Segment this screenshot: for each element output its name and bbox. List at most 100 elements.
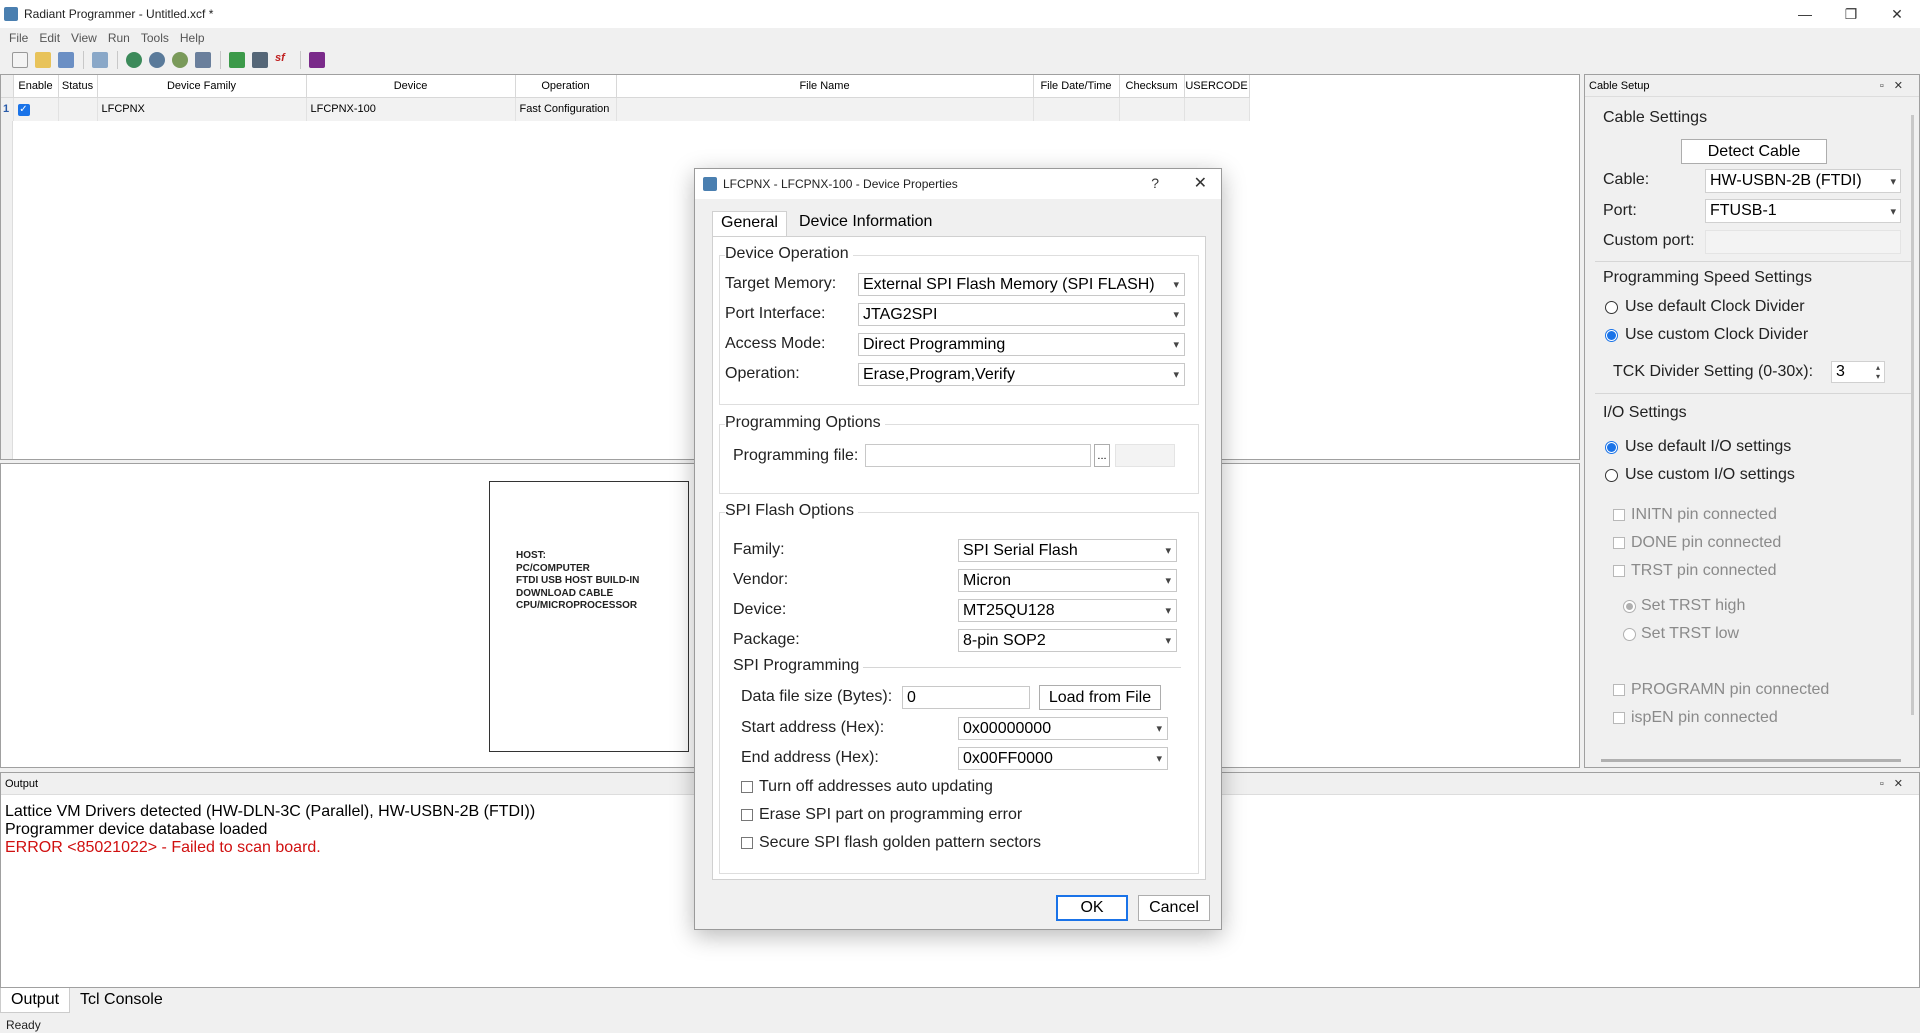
access-mode-select[interactable]: Direct Programming ▾ bbox=[858, 333, 1185, 356]
cable-panel-hscrollbar[interactable] bbox=[1601, 759, 1901, 762]
end-address-select[interactable]: 0x00FF0000 ▾ bbox=[958, 747, 1168, 770]
col-device-family[interactable]: Device Family bbox=[97, 75, 307, 98]
menu-file[interactable]: File bbox=[9, 31, 28, 45]
menu-run[interactable]: Run bbox=[108, 31, 130, 45]
menu-help[interactable]: Help bbox=[180, 31, 205, 45]
cable-panel-scrollbar[interactable] bbox=[1911, 115, 1914, 715]
spi-flash-icon[interactable]: sf bbox=[275, 52, 291, 68]
package-select[interactable]: 8-pin SOP2 ▾ bbox=[958, 629, 1177, 652]
custom-divider-label[interactable]: Use custom Clock Divider bbox=[1625, 326, 1808, 344]
start-address-select[interactable]: 0x00000000 ▾ bbox=[958, 717, 1168, 740]
detect-icon[interactable] bbox=[195, 52, 211, 68]
custom-io-label[interactable]: Use custom I/O settings bbox=[1625, 466, 1795, 484]
secure-spi-checkbox[interactable] bbox=[741, 837, 753, 849]
port-interface-select[interactable]: JTAG2SPI ▾ bbox=[858, 303, 1185, 326]
custom-io-radio[interactable] bbox=[1605, 469, 1618, 482]
tab-device-information[interactable]: Device Information bbox=[791, 211, 940, 237]
table-row[interactable]: 1 ✓ LFCPNX LFCPNX-100 Fast Configuration bbox=[1, 97, 1250, 121]
programming-file-input[interactable] bbox=[865, 444, 1091, 467]
trst-checkbox[interactable] bbox=[1613, 565, 1625, 577]
tck-value: 3 bbox=[1836, 363, 1845, 380]
menu-view[interactable]: View bbox=[71, 31, 97, 45]
col-status[interactable]: Status bbox=[58, 75, 98, 98]
tab-tcl-console[interactable]: Tcl Console bbox=[70, 988, 173, 1013]
dialog-title: LFCPNX - LFCPNX-100 - Device Properties bbox=[723, 177, 958, 191]
settings-icon[interactable] bbox=[172, 52, 188, 68]
target-memory-select[interactable]: External SPI Flash Memory (SPI FLASH) ▾ bbox=[858, 273, 1185, 296]
float-icon[interactable]: ▫ bbox=[1880, 778, 1894, 790]
download-icon[interactable] bbox=[229, 52, 245, 68]
default-divider-radio[interactable] bbox=[1605, 301, 1618, 314]
spin-arrows-icon[interactable]: ▴ ▾ bbox=[1876, 363, 1880, 381]
tab-general[interactable]: General bbox=[712, 211, 787, 237]
col-operation[interactable]: Operation bbox=[515, 75, 617, 98]
tck-divider-spinbox[interactable]: 3 ▴ ▾ bbox=[1831, 361, 1885, 383]
browse-button[interactable]: ... bbox=[1094, 444, 1110, 467]
new-icon[interactable] bbox=[12, 52, 28, 68]
secure-spi-label[interactable]: Secure SPI flash golden pattern sectors bbox=[759, 834, 1041, 852]
load-from-file-button[interactable]: Load from File bbox=[1039, 685, 1161, 710]
operation-select[interactable]: Erase,Program,Verify ▾ bbox=[858, 363, 1185, 386]
data-file-size-input[interactable]: 0 bbox=[902, 686, 1030, 709]
package-label: Package: bbox=[733, 631, 800, 648]
erase-spi-label[interactable]: Erase SPI part on programming error bbox=[759, 806, 1022, 824]
open-icon[interactable] bbox=[35, 52, 51, 68]
minimize-button[interactable]: — bbox=[1782, 0, 1828, 28]
col-enable[interactable]: Enable bbox=[13, 75, 59, 98]
program-all-icon[interactable] bbox=[149, 52, 165, 68]
ok-button[interactable]: OK bbox=[1056, 895, 1128, 921]
dialog-close-button[interactable]: ✕ bbox=[1194, 173, 1207, 193]
enable-checkbox[interactable]: ✓ bbox=[17, 103, 30, 116]
close-icon[interactable]: ✕ bbox=[1894, 778, 1913, 790]
erase-spi-checkbox[interactable] bbox=[741, 809, 753, 821]
chevron-down-icon: ▾ bbox=[1165, 545, 1171, 557]
close-window-button[interactable]: ✕ bbox=[1874, 0, 1920, 28]
menu-tools[interactable]: Tools bbox=[141, 31, 169, 45]
programming-file-extra-button[interactable] bbox=[1115, 444, 1175, 467]
turn-off-auto-checkbox[interactable] bbox=[741, 781, 753, 793]
col-device[interactable]: Device bbox=[306, 75, 516, 98]
scan-icon[interactable] bbox=[92, 52, 108, 68]
cable-select[interactable]: HW-USBN-2B (FTDI) ▾ bbox=[1705, 169, 1901, 193]
tab-output[interactable]: Output bbox=[0, 988, 71, 1013]
default-io-radio[interactable] bbox=[1605, 441, 1618, 454]
done-checkbox[interactable] bbox=[1613, 537, 1625, 549]
enable-checkbox-cell[interactable]: ✓ bbox=[13, 97, 59, 121]
family-select[interactable]: SPI Serial Flash ▾ bbox=[958, 539, 1177, 562]
initn-checkbox[interactable] bbox=[1613, 509, 1625, 521]
col-usercode[interactable]: USERCODE bbox=[1184, 75, 1250, 98]
menu-edit[interactable]: Edit bbox=[39, 31, 60, 45]
export-icon[interactable] bbox=[252, 52, 268, 68]
col-file-date[interactable]: File Date/Time bbox=[1033, 75, 1120, 98]
save-icon[interactable] bbox=[58, 52, 74, 68]
table-scrollbar[interactable] bbox=[1, 75, 13, 459]
col-checksum[interactable]: Checksum bbox=[1119, 75, 1185, 98]
device-select[interactable]: MT25QU128 ▾ bbox=[958, 599, 1177, 622]
cancel-button[interactable]: Cancel bbox=[1138, 895, 1210, 921]
detect-cable-button[interactable]: Detect Cable bbox=[1681, 139, 1827, 164]
custom-divider-radio[interactable] bbox=[1605, 329, 1618, 342]
ispen-checkbox[interactable] bbox=[1613, 712, 1625, 724]
log-icon[interactable] bbox=[309, 52, 325, 68]
trst-high-radio[interactable] bbox=[1623, 600, 1636, 613]
programn-checkbox[interactable] bbox=[1613, 684, 1625, 696]
vendor-select[interactable]: Micron ▾ bbox=[958, 569, 1177, 592]
default-io-label[interactable]: Use default I/O settings bbox=[1625, 438, 1791, 456]
chevron-down-icon: ▾ bbox=[1156, 753, 1162, 765]
custom-port-input[interactable] bbox=[1705, 230, 1901, 254]
family-cell[interactable]: LFCPNX bbox=[97, 97, 307, 121]
program-icon[interactable] bbox=[126, 52, 142, 68]
float-icon[interactable]: ▫ bbox=[1880, 80, 1894, 92]
speed-settings-heading: Programming Speed Settings bbox=[1603, 269, 1812, 286]
port-select[interactable]: FTUSB-1 ▾ bbox=[1705, 199, 1901, 223]
close-icon[interactable]: ✕ bbox=[1894, 80, 1913, 92]
file-cell[interactable] bbox=[616, 97, 1034, 121]
col-file-name[interactable]: File Name bbox=[616, 75, 1034, 98]
restore-button[interactable]: ❐ bbox=[1828, 0, 1874, 28]
help-button[interactable]: ? bbox=[1151, 175, 1159, 191]
default-divider-label[interactable]: Use default Clock Divider bbox=[1625, 298, 1805, 316]
trst-low-radio[interactable] bbox=[1623, 628, 1636, 641]
turn-off-auto-label[interactable]: Turn off addresses auto updating bbox=[759, 778, 993, 796]
operation-cell[interactable]: Fast Configuration bbox=[515, 97, 617, 121]
device-cell[interactable]: LFCPNX-100 bbox=[306, 97, 516, 121]
